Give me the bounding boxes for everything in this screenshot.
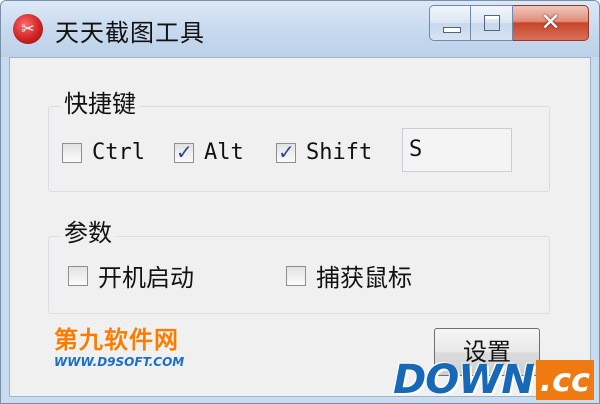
ctrl-label: Ctrl [92, 140, 145, 165]
d9soft-url: WWW.D9SOFT.COM [54, 355, 185, 369]
downcc-logo-suffix: .cc [535, 360, 594, 400]
maximize-button[interactable] [471, 5, 513, 41]
alt-checkbox-row[interactable]: Alt [174, 140, 244, 165]
capture-cursor-label: 捕获鼠标 [316, 264, 412, 292]
window-title: 天天截图工具 [55, 19, 205, 47]
downcc-logo-text: DOWN [393, 357, 535, 403]
d9soft-logo-text: 第九软件网 [54, 326, 179, 354]
client-area: 快捷键 Ctrl Alt Shift S 参数 开机启动 捕获鼠标 第九软件网 … [9, 57, 591, 397]
title-bar[interactable]: ✂ 天天截图工具 ✕ [1, 1, 599, 57]
autostart-checkbox[interactable] [68, 265, 88, 286]
shift-label: Shift [306, 140, 373, 165]
alt-label: Alt [204, 140, 244, 165]
scissors-icon: ✂ [13, 14, 43, 44]
d9soft-watermark: 第九软件网 WWW.D9SOFT.COM [54, 320, 184, 369]
shift-checkbox[interactable] [276, 140, 296, 164]
capture-cursor-checkbox-row[interactable]: 捕获鼠标 [286, 258, 412, 293]
autostart-label: 开机启动 [98, 264, 194, 292]
ctrl-checkbox[interactable] [62, 142, 82, 163]
params-group-label: 参数 [60, 213, 116, 248]
caption-buttons: ✕ [429, 5, 589, 41]
downcc-watermark: DOWN .cc [393, 360, 594, 400]
capture-cursor-checkbox[interactable] [286, 265, 306, 286]
shift-checkbox-row[interactable]: Shift [276, 140, 372, 165]
app-window: ✂ 天天截图工具 ✕ 快捷键 Ctrl Alt Shift [0, 0, 600, 404]
ctrl-checkbox-row[interactable]: Ctrl [62, 140, 145, 165]
alt-checkbox[interactable] [174, 140, 194, 164]
minimize-button[interactable] [429, 5, 471, 41]
close-icon: ✕ [540, 8, 561, 36]
hotkey-group-label: 快捷键 [60, 84, 140, 119]
hotkey-key-input[interactable]: S [402, 128, 512, 172]
maximize-icon [484, 15, 500, 31]
close-button[interactable]: ✕ [513, 5, 589, 41]
autostart-checkbox-row[interactable]: 开机启动 [68, 258, 194, 293]
minimize-icon [443, 27, 461, 33]
